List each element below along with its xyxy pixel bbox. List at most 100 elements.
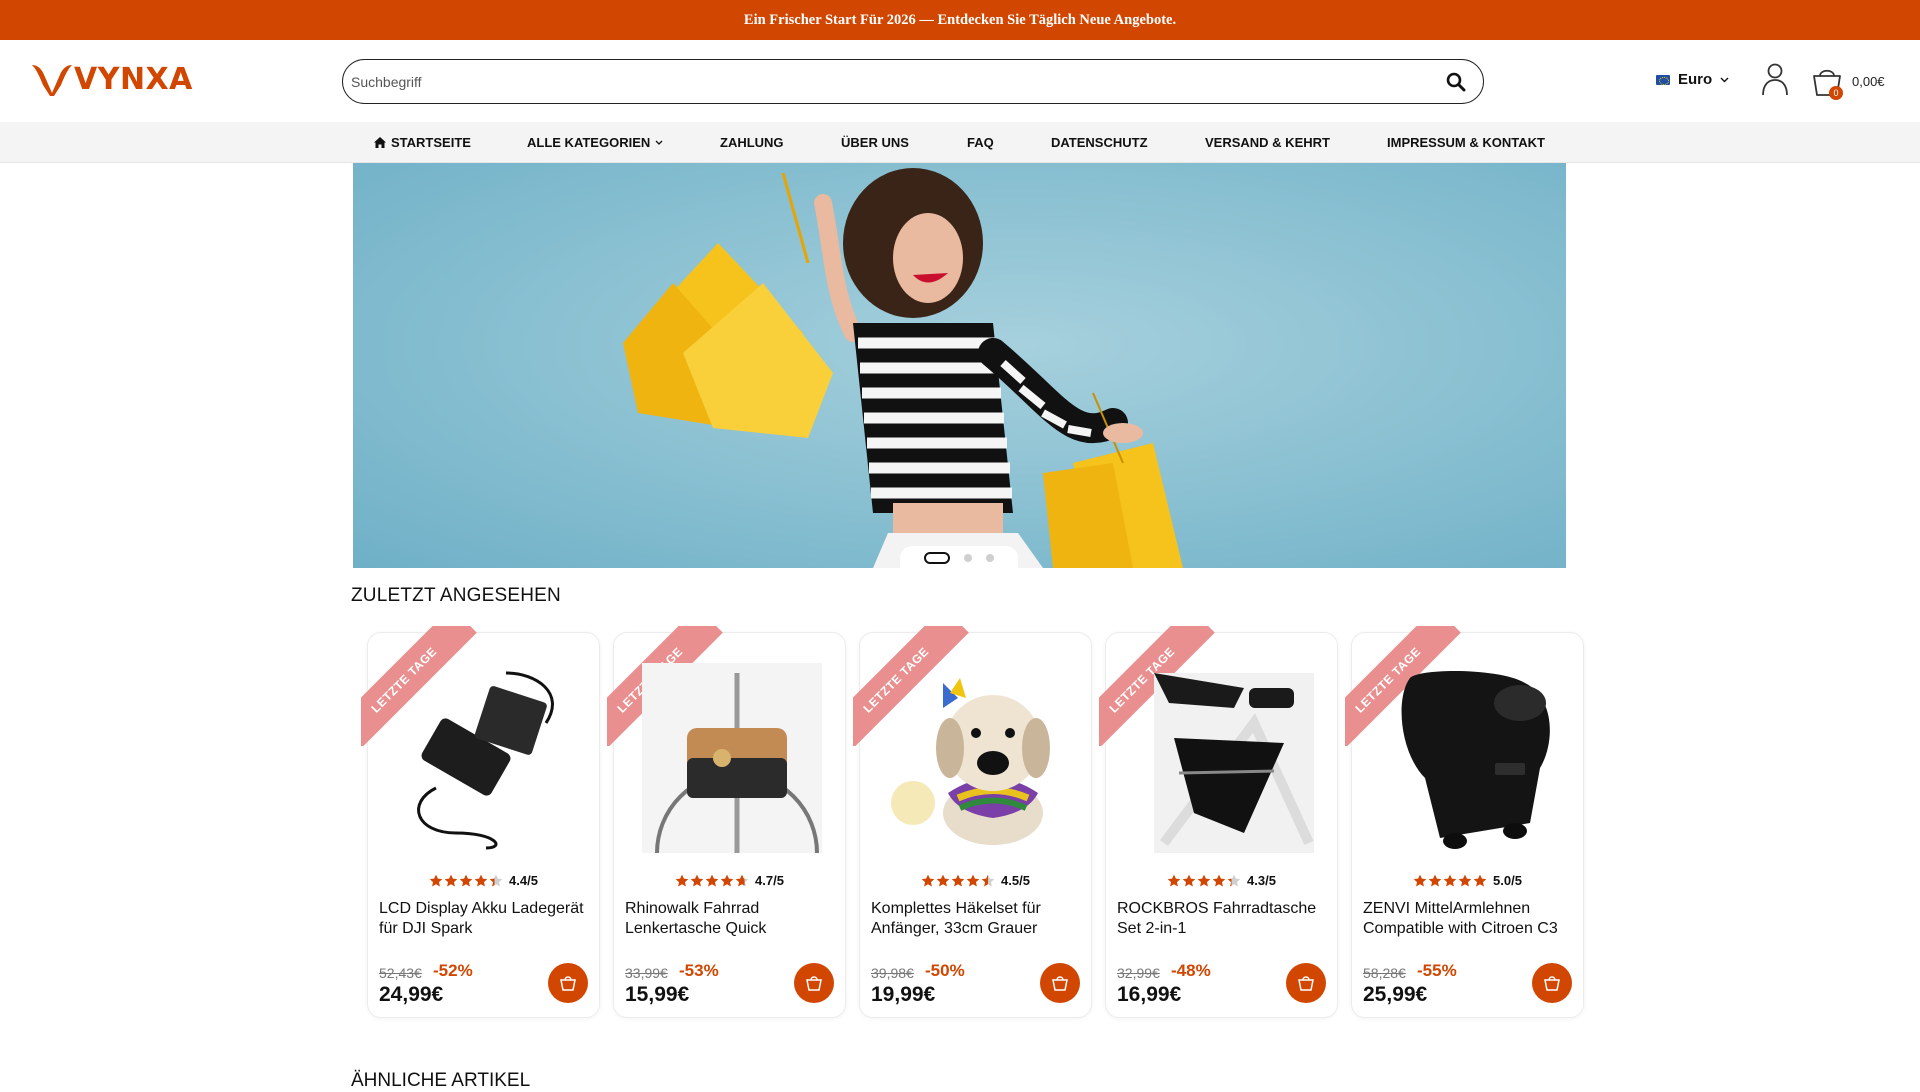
- chevron-down-icon: [655, 140, 663, 145]
- add-to-cart-button[interactable]: [548, 963, 588, 1003]
- discount-badge: -50%: [925, 961, 965, 980]
- star-icon: [1458, 874, 1472, 886]
- product-card[interactable]: LETZTE TAGE 4.4/5 LCD Display Akku Ladeg…: [361, 626, 600, 1018]
- star-icon: [720, 874, 734, 886]
- rating-text: 4.3/5: [1247, 873, 1276, 888]
- rating: 4.5/5: [860, 873, 1091, 888]
- nav-item-alle-kategorien[interactable]: ALLE KATEGORIEN: [527, 122, 663, 163]
- section-title-similar: ÄHNLICHE ARTIKEL: [351, 1070, 531, 1091]
- star-icon: [429, 874, 443, 886]
- star-icon: [1443, 874, 1457, 886]
- product-card[interactable]: LETZTE TAGE 4.7/5 Rhinowalk Fahrrad Lenk…: [607, 626, 846, 1018]
- star-icon: [735, 874, 749, 886]
- price: 25,99€: [1363, 983, 1428, 1006]
- star-icon: [1167, 874, 1181, 886]
- product-image-crochet-dog: [891, 678, 1050, 845]
- discount-badge: -55%: [1417, 961, 1457, 980]
- star-icon: [705, 874, 719, 886]
- add-to-cart-button[interactable]: [1532, 963, 1572, 1003]
- currency-selector[interactable]: Euro: [1656, 71, 1729, 88]
- nav-item-versand-kehrt[interactable]: VERSAND & KEHRT: [1205, 122, 1330, 163]
- search-input[interactable]: [351, 73, 1443, 90]
- star-icon: [936, 874, 950, 886]
- nav-item-label: ALLE KATEGORIEN: [527, 135, 651, 150]
- rating-text: 5.0/5: [1493, 873, 1522, 888]
- nav-item-label: ÜBER UNS: [841, 135, 909, 150]
- rating-text: 4.5/5: [1001, 873, 1030, 888]
- star-icon: [690, 874, 704, 886]
- main-nav: STARTSEITE ALLE KATEGORIEN ZAHLUNG ÜBER …: [0, 122, 1920, 163]
- product-card[interactable]: LETZTE TAGE 4.3/5 ROCKBROS Fahrradtasche…: [1099, 626, 1338, 1018]
- cart-add-icon: [806, 976, 822, 991]
- cart-total[interactable]: 0,00€: [1852, 74, 1885, 89]
- nav-item-zahlung[interactable]: ZAHLUNG: [720, 122, 784, 163]
- star-icon: [1413, 874, 1427, 886]
- cart-count-badge: 0: [1829, 86, 1843, 100]
- product-title[interactable]: Rhinowalk Fahrrad Lenkertasche Quick: [625, 899, 840, 939]
- nav-item-faq[interactable]: FAQ: [967, 122, 994, 163]
- nav-item-datenschutz[interactable]: DATENSCHUTZ: [1051, 122, 1148, 163]
- old-price: 33,99€: [625, 965, 668, 981]
- add-to-cart-button[interactable]: [1040, 963, 1080, 1003]
- product-title[interactable]: ROCKBROS Fahrradtasche Set 2-in-1: [1117, 899, 1332, 939]
- star-icon: [1197, 874, 1211, 886]
- logo-mark-icon: [32, 64, 72, 96]
- old-price: 32,99€: [1117, 965, 1160, 981]
- price: 15,99€: [625, 983, 690, 1006]
- star-icon: [981, 874, 995, 886]
- nav-item-label: DATENSCHUTZ: [1051, 135, 1148, 150]
- product-card[interactable]: LETZTE TAGE 4.5/5 Komplettes Häkelset fü…: [853, 626, 1092, 1018]
- search-bar: [342, 59, 1484, 104]
- nav-item-label: IMPRESSUM & KONTAKT: [1387, 135, 1545, 150]
- search-button[interactable]: [1443, 69, 1469, 95]
- logo-text: VYNXA: [74, 62, 193, 97]
- eu-flag-icon: [1656, 74, 1670, 85]
- nav-item-startseite[interactable]: STARTSEITE: [374, 122, 471, 163]
- nav-item-ueber-uns[interactable]: ÜBER UNS: [841, 122, 909, 163]
- product-image-armrest: [1401, 671, 1550, 849]
- add-to-cart-button[interactable]: [1286, 963, 1326, 1003]
- star-rating-icon: [429, 874, 503, 888]
- logo[interactable]: VYNXA: [30, 62, 193, 97]
- rating: 5.0/5: [1352, 873, 1583, 888]
- star-icon: [459, 874, 473, 886]
- header: VYNXA Euro 0 0,00€: [0, 40, 1920, 122]
- star-icon: [1212, 874, 1226, 886]
- hero-banner[interactable]: [353, 163, 1566, 568]
- star-icon: [966, 874, 980, 886]
- rating-text: 4.4/5: [509, 873, 538, 888]
- search-icon: [1446, 72, 1466, 91]
- nav-item-label: FAQ: [967, 135, 994, 150]
- carousel-dot[interactable]: [986, 554, 994, 562]
- product-title[interactable]: LCD Display Akku Ladegerät für DJI Spark: [379, 899, 594, 939]
- nav-item-label: ZAHLUNG: [720, 135, 784, 150]
- cart-add-icon: [1298, 976, 1314, 991]
- cart-add-icon: [1544, 976, 1560, 991]
- star-icon: [489, 874, 503, 886]
- rating: 4.3/5: [1106, 873, 1337, 888]
- user-account-icon[interactable]: [1760, 62, 1790, 96]
- star-icon: [1428, 874, 1442, 886]
- star-icon: [921, 874, 935, 886]
- product-card[interactable]: LETZTE TAGE 5.0/5 ZENVI MittelArmlehnen …: [1345, 626, 1584, 1018]
- product-title[interactable]: ZENVI MittelArmlehnen Compatible with Ci…: [1363, 899, 1578, 939]
- product-image-bike-bags: [1154, 673, 1314, 853]
- section-title: ZULETZT ANGESEHEN: [351, 585, 561, 606]
- home-icon: [374, 137, 386, 148]
- star-rating-icon: [1167, 874, 1241, 888]
- add-to-cart-button[interactable]: [794, 963, 834, 1003]
- old-price: 39,98€: [871, 965, 914, 981]
- discount-badge: -53%: [679, 961, 719, 980]
- carousel-dot[interactable]: [924, 552, 950, 564]
- old-price: 52,43€: [379, 965, 422, 981]
- cart-add-icon: [1052, 976, 1068, 991]
- discount-badge: -48%: [1171, 961, 1211, 980]
- nav-item-impressum-kontakt[interactable]: IMPRESSUM & KONTAKT: [1387, 122, 1545, 163]
- product-title[interactable]: Komplettes Häkelset für Anfänger, 33cm G…: [871, 899, 1086, 939]
- cart-add-icon: [560, 976, 576, 991]
- chevron-down-icon: [1720, 77, 1729, 82]
- carousel-dot[interactable]: [964, 554, 972, 562]
- nav-item-label: VERSAND & KEHRT: [1205, 135, 1330, 150]
- product-image-charger: [417, 671, 554, 850]
- currency-label: Euro: [1678, 71, 1713, 88]
